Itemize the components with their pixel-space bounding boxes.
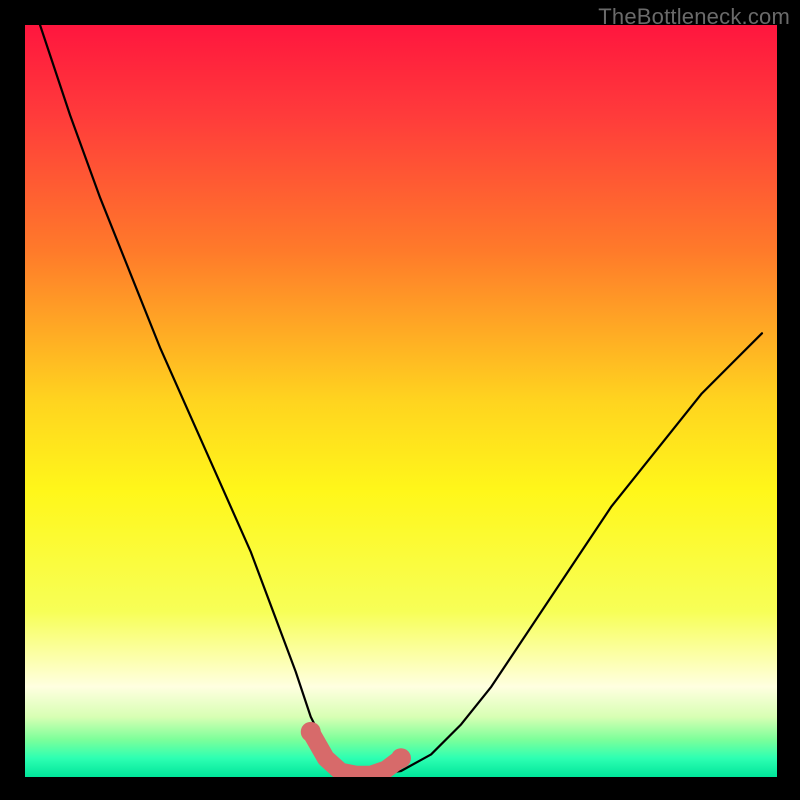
chart-plot <box>25 25 777 777</box>
chart-frame: TheBottleneck.com <box>0 0 800 800</box>
watermark-text: TheBottleneck.com <box>598 4 790 30</box>
